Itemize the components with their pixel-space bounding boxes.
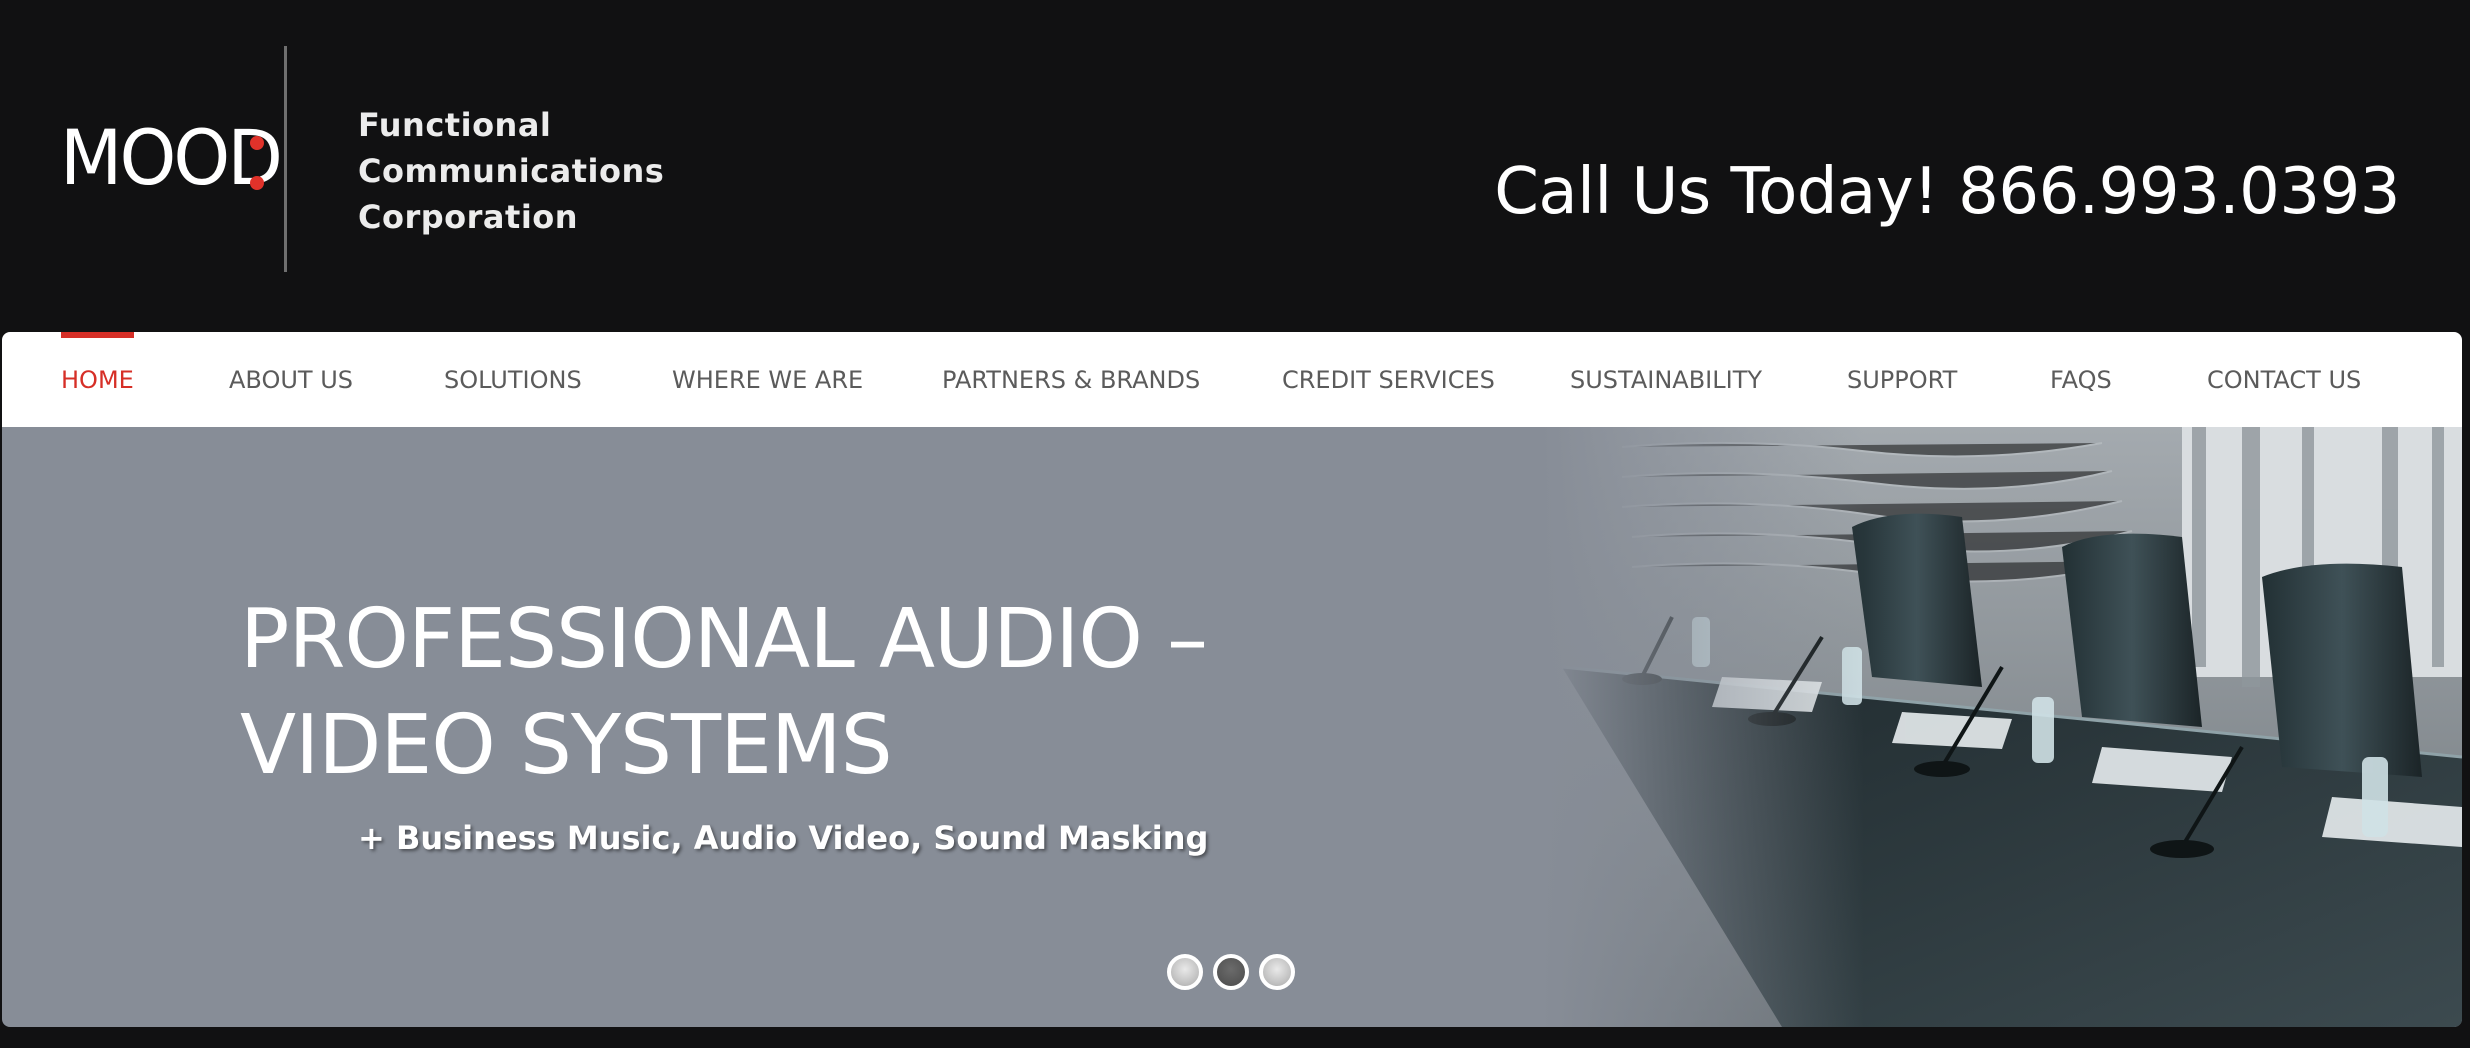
nav-item-where-we-are[interactable]: WHERE WE ARE (672, 332, 863, 427)
hero-slider: PROFESSIONAL AUDIO – VIDEO SYSTEMS + Bus… (2, 427, 2462, 1027)
nav-item-support[interactable]: SUPPORT (1847, 332, 1957, 427)
logo-divider (284, 46, 287, 272)
slider-pagination (1167, 954, 1307, 992)
nav-item-credit-services[interactable]: CREDIT SERVICES (1282, 332, 1495, 427)
slider-dot-2[interactable] (1213, 954, 1249, 990)
site-header: MOOD Functional Communications Corporati… (0, 0, 2470, 331)
logo-tagline-line: Communications (358, 152, 665, 190)
nav-item-contact-us[interactable]: CONTACT US (2207, 332, 2361, 427)
logo-tagline-line: Functional (358, 106, 552, 144)
logo-colon-icon (250, 136, 264, 196)
nav-item-faqs[interactable]: FAQS (2050, 332, 2112, 427)
nav-item-sustainability[interactable]: SUSTAINABILITY (1570, 332, 1762, 427)
hero-subtitle: + Business Music, Audio Video, Sound Mas… (358, 819, 1209, 857)
slider-dot-3[interactable] (1259, 954, 1295, 990)
nav-item-home[interactable]: HOME (61, 332, 134, 427)
logo-tagline-line: Corporation (358, 198, 579, 236)
call-us-phone[interactable]: Call Us Today! 866.993.0393 (1494, 160, 2400, 224)
hero-title-line: VIDEO SYSTEMS (240, 698, 893, 793)
nav-item-solutions[interactable]: SOLUTIONS (444, 332, 582, 427)
nav-item-about-us[interactable]: ABOUT US (229, 332, 353, 427)
conference-room-image (1542, 427, 2462, 1027)
main-nav: HOME ABOUT US SOLUTIONS WHERE WE ARE PAR… (2, 332, 2462, 427)
slider-dot-1[interactable] (1167, 954, 1203, 990)
logo-wordmark: MOOD (60, 113, 283, 202)
company-logo[interactable]: MOOD Functional Communications Corporati… (60, 46, 700, 276)
nav-item-partners-brands[interactable]: PARTNERS & BRANDS (942, 332, 1200, 427)
hero-title-line: PROFESSIONAL AUDIO – (240, 592, 1208, 687)
hero-title: PROFESSIONAL AUDIO – VIDEO SYSTEMS (240, 587, 1340, 799)
logo-tagline: Functional Communications Corporation (358, 102, 718, 240)
